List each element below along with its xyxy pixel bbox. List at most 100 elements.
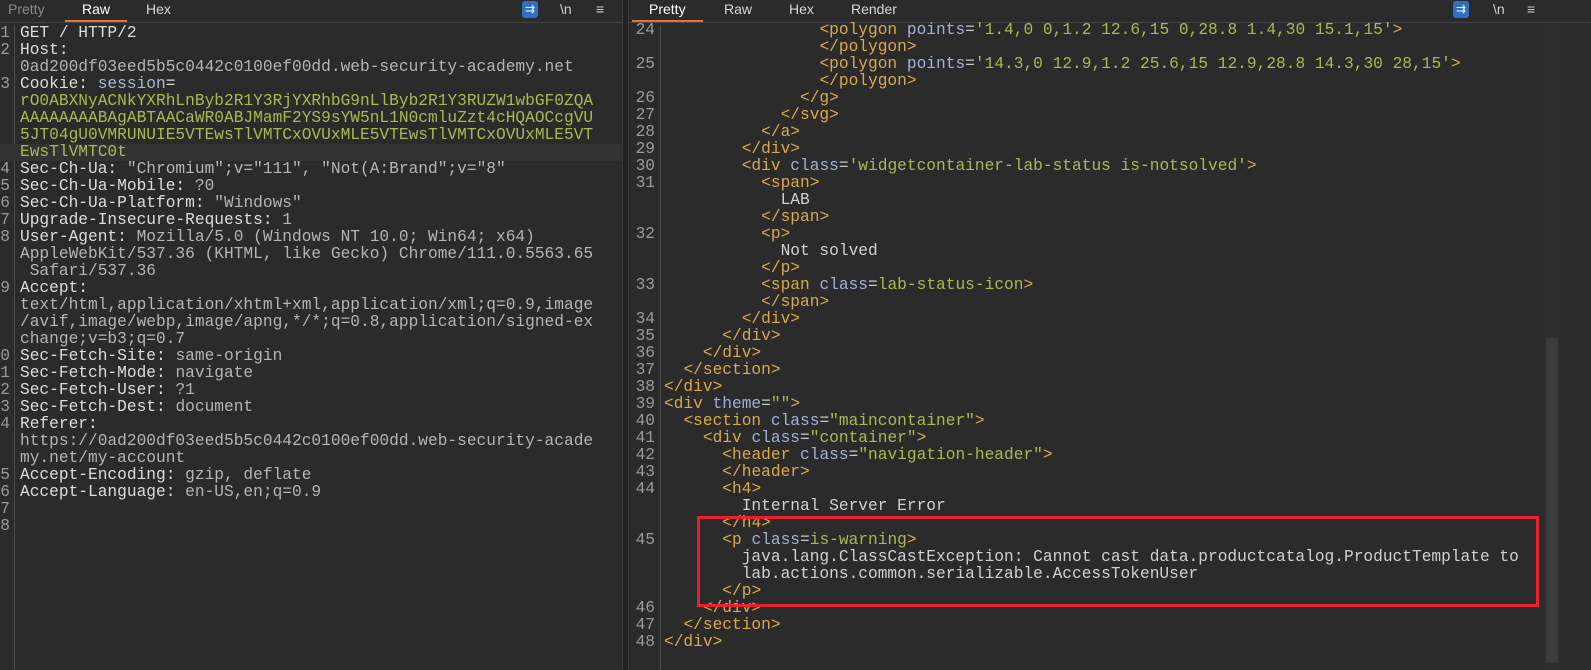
code-line[interactable]: 3 Sec-Fetch-Dest: document [0,399,622,416]
code-line[interactable]: 8 User-Agent: Mozilla/5.0 (Windows NT 10.… [0,229,622,246]
code-line[interactable]: 35 </div> [629,328,1591,345]
request-tab-hex[interactable]: Hex [146,1,171,17]
code-line[interactable]: LAB [629,192,1591,209]
code-line[interactable]: 26 </g> [629,90,1591,107]
code-line[interactable]: 36 </div> [629,345,1591,362]
code-line[interactable]: 0 Sec-Fetch-Site: same-origin [0,348,622,365]
code-line[interactable]: 31 <span> [629,175,1591,192]
response-tab-pretty[interactable]: Pretty [632,1,702,22]
code-line[interactable]: 2 Host: [0,42,622,59]
line-text: /avif,image/webp,image/apng,*/*;q=0.8,ap… [20,314,593,331]
code-line[interactable]: </polygon> [629,39,1591,56]
code-line[interactable]: text/html,application/xhtml+xml,applicat… [0,297,622,314]
code-token: = [965,21,975,39]
code-line[interactable]: 40 <section class="maincontainer"> [629,413,1591,430]
line-text: AppleWebKit/537.36 (KHTML, like Gecko) C… [20,246,593,263]
newline-icon[interactable]: \n [560,1,572,17]
line-number: 40 [635,412,655,430]
code-line[interactable]: 24 <polygon points='1.4,0 0,1.2 12.6,15 … [629,22,1591,39]
code-line[interactable]: 27 </svg> [629,107,1591,124]
code-line[interactable]: 9 Accept: [0,280,622,297]
code-line[interactable]: Safari/537.36 [0,263,622,280]
code-line[interactable]: 0ad200df03eed5b5c0442c0100ef00dd.web-sec… [0,59,622,76]
code-line[interactable]: 6 Accept-Language: en-US,en;q=0.9 [0,484,622,501]
code-line[interactable]: 41 <div class="container"> [629,430,1591,447]
code-line[interactable]: 34 </div> [629,311,1591,328]
response-tab-raw[interactable]: Raw [724,1,752,17]
code-token: points [906,21,966,39]
code-token: = [965,55,975,73]
code-line[interactable]: 5 Sec-Ch-Ua-Mobile: ?0 [0,178,622,195]
code-line[interactable]: 33 <span class=lab-status-icon> [629,277,1591,294]
code-line[interactable]: change;v=b3;q=0.7 [0,331,622,348]
code-line[interactable]: 37 </section> [629,362,1591,379]
line-number: 8 [0,228,10,246]
code-line[interactable]: /avif,image/webp,image/apng,*/*;q=0.8,ap… [0,314,622,331]
code-line[interactable]: 25 <polygon points='14.3,0 12.9,1.2 25.6… [629,56,1591,73]
wrap-lines-icon[interactable]: ⇉ [522,1,538,18]
response-scrollbar-thumb[interactable] [1546,338,1558,663]
line-number: 36 [635,344,655,362]
code-line[interactable]: 48 </div> [629,634,1591,651]
code-line[interactable]: 6 Sec-Ch-Ua-Platform: "Windows" [0,195,622,212]
code-line[interactable]: 43 </header> [629,464,1591,481]
line-text: </div> [664,345,761,362]
code-line[interactable]: 42 <header class="navigation-header"> [629,447,1591,464]
request-editor[interactable]: 1 GET / HTTP/2 2 Host: 0ad200df03eed5b5c0442… [0,25,622,535]
code-line[interactable]: </p> [629,260,1591,277]
code-line[interactable]: my.net/my-account [0,450,622,467]
code-line[interactable]: 32 <p> [629,226,1591,243]
code-line[interactable]: 3 Cookie: session= [0,76,622,93]
code-token: '1.4,0 0,1.2 12.6,15 0,28.8 1.4,30 15.1,… [974,21,1393,39]
menu-icon[interactable]: ≡ [596,1,604,17]
code-line[interactable]: </polygon> [629,73,1591,90]
code-line[interactable]: 29 </div> [629,141,1591,158]
code-line[interactable]: https://0ad200df03eed5b5c0442c0100ef00dd… [0,433,622,450]
request-tab-pretty[interactable]: Pretty [8,1,45,17]
code-line[interactable]: EwsTlVMTC0t [0,144,622,161]
code-line[interactable]: AppleWebKit/537.36 (KHTML, like Gecko) C… [0,246,622,263]
request-tab-raw[interactable]: Raw [64,1,128,22]
line-text: Accept-Encoding: gzip, deflate [20,467,311,484]
code-token: > [974,412,985,430]
code-line[interactable]: 39 <div theme=""> [629,396,1591,413]
code-line[interactable]: 28 </a> [629,124,1591,141]
pane-splitter[interactable] [622,0,629,670]
code-line[interactable]: 5 Accept-Encoding: gzip, deflate [0,467,622,484]
menu-icon[interactable]: ≡ [1527,1,1535,17]
code-token: 1 [282,211,292,229]
code-line[interactable]: 44 <h4> [629,481,1591,498]
code-line[interactable]: 7 [0,501,622,518]
code-line[interactable]: </span> [629,294,1591,311]
code-token: > [1023,276,1034,294]
code-line[interactable]: Internal Server Error [629,498,1591,515]
code-token: = [838,157,849,175]
code-line[interactable]: 8 [0,518,622,535]
wrap-lines-icon[interactable]: ⇉ [1453,1,1469,18]
code-line[interactable]: rO0ABXNyACNkYXRhLnByb2R1Y3RjYXRhbG9nLlBy… [0,93,622,110]
response-tab-hex[interactable]: Hex [789,1,814,17]
code-line[interactable]: Not solved [629,243,1591,260]
code-line[interactable]: 38 </div> [629,379,1591,396]
newline-icon[interactable]: \n [1493,1,1505,17]
code-line[interactable]: AAAAAAAABAgABTAACaWR0ABJMamF2YS9sYW5nL1N… [0,110,622,127]
code-line[interactable]: 1 Sec-Fetch-Mode: navigate [0,365,622,382]
code-line[interactable]: </span> [629,209,1591,226]
code-line[interactable]: 7 Upgrade-Insecure-Requests: 1 [0,212,622,229]
code-line[interactable]: 47 </section> [629,617,1591,634]
code-line[interactable]: 5JT04gU0VMRUNUIE5VTEwsTlVMTCxOVUxMLE5VTE… [0,127,622,144]
code-line[interactable]: 1 GET / HTTP/2 [0,25,622,42]
code-line[interactable]: 4 Sec-Ch-Ua: "Chromium";v="111", "Not(A:B… [0,161,622,178]
code-token: </svg> [780,106,839,124]
line-number: 37 [635,361,655,379]
code-line[interactable]: 30 <div class='widgetcontainer-lab-statu… [629,158,1591,175]
code-token: Sec-Ch-Ua-Mobile: [20,177,195,195]
response-tab-render[interactable]: Render [851,1,897,17]
code-token: Cookie: [20,75,98,93]
code-line[interactable]: 2 Sec-Fetch-User: ?1 [0,382,622,399]
code-line[interactable]: 4 Referer: [0,416,622,433]
